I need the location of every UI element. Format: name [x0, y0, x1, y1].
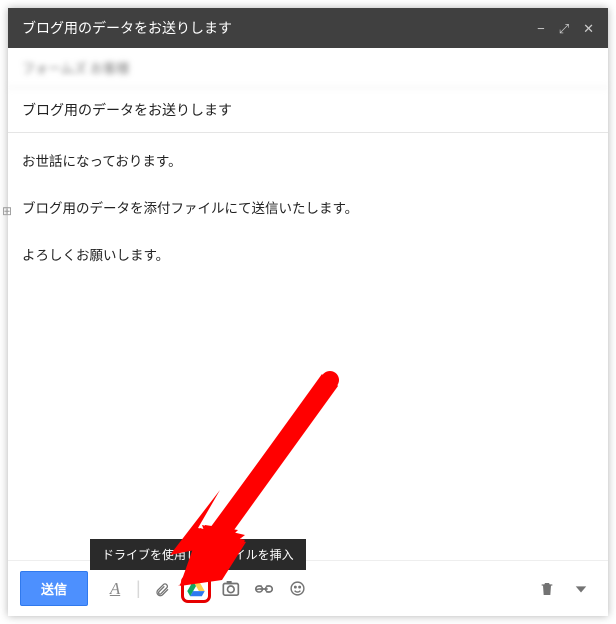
compose-window: ブログ用のデータをお送りします − ⤢ ✕ フォームズ お客様 ブログ用のデータ…: [8, 8, 608, 616]
body-line: ブログ用のデータを添付ファイルにて送信いたします。: [22, 198, 594, 221]
to-field[interactable]: フォームズ お客様: [8, 48, 608, 88]
recipient-chip: フォームズ お客様: [22, 61, 129, 76]
minimize-icon[interactable]: −: [537, 22, 545, 35]
insert-emoji-icon[interactable]: [283, 575, 313, 603]
format-icon[interactable]: A: [100, 575, 130, 603]
body-line: よろしくお願いします。: [22, 245, 594, 268]
header-actions: − ⤢ ✕: [537, 22, 594, 35]
drive-tooltip: ドライブを使用してファイルを挿入: [90, 539, 306, 570]
more-options-icon[interactable]: [566, 575, 596, 603]
format-a-glyph: A: [110, 579, 120, 599]
compose-header: ブログ用のデータをお送りします − ⤢ ✕: [8, 8, 608, 48]
body-line: お世話になっております。: [22, 151, 594, 174]
send-button[interactable]: 送信: [20, 571, 88, 606]
insert-photo-icon[interactable]: [215, 575, 245, 603]
insert-link-icon[interactable]: [249, 575, 279, 603]
insert-drive-icon[interactable]: [181, 575, 211, 603]
delete-draft-icon[interactable]: [532, 575, 562, 603]
drive-glyph: [187, 581, 205, 597]
subject-field[interactable]: ブログ用のデータをお送りします: [8, 88, 608, 133]
message-body[interactable]: お世話になっております。 ブログ用のデータを添付ファイルにて送信いたします。 よ…: [8, 133, 608, 560]
subject-text: ブログ用のデータをお送りします: [22, 102, 232, 118]
attach-icon[interactable]: [147, 575, 177, 603]
expand-icon[interactable]: ⤢: [559, 22, 569, 35]
compose-title: ブログ用のデータをお送りします: [22, 18, 537, 38]
toolbar-separator: |: [136, 578, 141, 599]
close-icon[interactable]: ✕: [583, 22, 594, 35]
